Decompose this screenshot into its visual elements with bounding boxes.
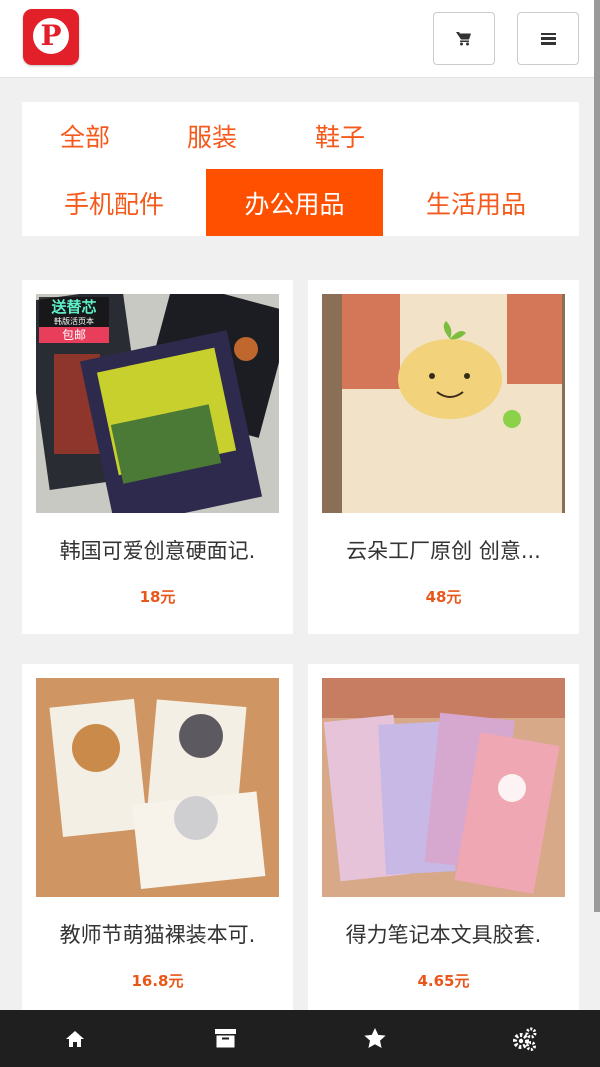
bottom-nav [0, 1010, 600, 1067]
category-clothing[interactable]: 服装 [148, 102, 276, 169]
product-price: 4.65元 [417, 972, 470, 990]
nav-favorites[interactable] [300, 1010, 450, 1067]
menu-icon [540, 32, 556, 45]
product-title[interactable]: 得力笔记本文具胶套. [308, 919, 579, 949]
category-all[interactable]: 全部 [22, 102, 148, 169]
nav-settings[interactable] [450, 1010, 600, 1067]
category-daily-goods[interactable]: 生活用品 [383, 169, 569, 236]
product-card[interactable]: 送替芯 韩版活页本 包邮 韩国可爱创意硬面记. 18元 [22, 280, 293, 634]
product-title[interactable]: 教师节萌猫裸装本可. [22, 919, 293, 949]
product-card[interactable]: 教师节萌猫裸装本可. 16.8元 [22, 664, 293, 1014]
product-card[interactable]: 得力笔记本文具胶套. 4.65元 [308, 664, 579, 1014]
pinterest-logo[interactable]: P [23, 9, 79, 65]
product-image[interactable] [322, 678, 565, 897]
promo-tag: 送替芯 韩版活页本 包邮 [39, 297, 109, 343]
category-tabs: 全部 服装 鞋子 手机配件 办公用品 生活用品 [22, 102, 579, 236]
settings-icon [513, 1027, 537, 1051]
nav-archive[interactable] [150, 1010, 300, 1067]
cart-icon [456, 32, 471, 46]
menu-button[interactable] [517, 12, 579, 65]
category-phone-accessories[interactable]: 手机配件 [22, 169, 206, 236]
product-price: 48元 [425, 588, 462, 606]
product-card[interactable]: 云朵工厂原创 创意... 48元 [308, 280, 579, 634]
app-header: P [0, 0, 600, 78]
category-office-supplies[interactable]: 办公用品 [206, 169, 383, 236]
category-shoes[interactable]: 鞋子 [276, 102, 404, 169]
product-image[interactable] [322, 294, 565, 513]
cart-button[interactable] [433, 12, 495, 65]
home-icon [66, 1030, 84, 1047]
product-price: 16.8元 [131, 972, 184, 990]
logo-letter: P [40, 19, 62, 52]
product-title[interactable]: 云朵工厂原创 创意... [308, 535, 579, 565]
archive-icon [214, 1029, 236, 1048]
nav-home[interactable] [0, 1010, 150, 1067]
product-image[interactable]: 送替芯 韩版活页本 包邮 [36, 294, 279, 513]
star-icon [364, 1028, 386, 1048]
product-image[interactable] [36, 678, 279, 897]
product-price: 18元 [139, 588, 176, 606]
scrollbar[interactable] [594, 0, 600, 912]
product-title[interactable]: 韩国可爱创意硬面记. [22, 535, 293, 565]
